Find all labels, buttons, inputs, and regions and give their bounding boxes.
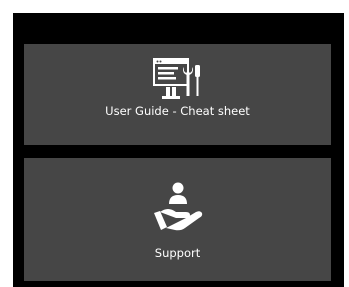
support-tile[interactable]: Support: [24, 158, 331, 281]
tiles-panel: User Guide - Cheat sheet Support: [13, 13, 344, 287]
support-hand-icon: [153, 182, 202, 231]
guide-tools-icon: [152, 58, 200, 99]
user-guide-tile[interactable]: User Guide - Cheat sheet: [24, 44, 331, 145]
user-guide-label: User Guide - Cheat sheet: [105, 104, 250, 118]
support-label: Support: [154, 246, 201, 260]
